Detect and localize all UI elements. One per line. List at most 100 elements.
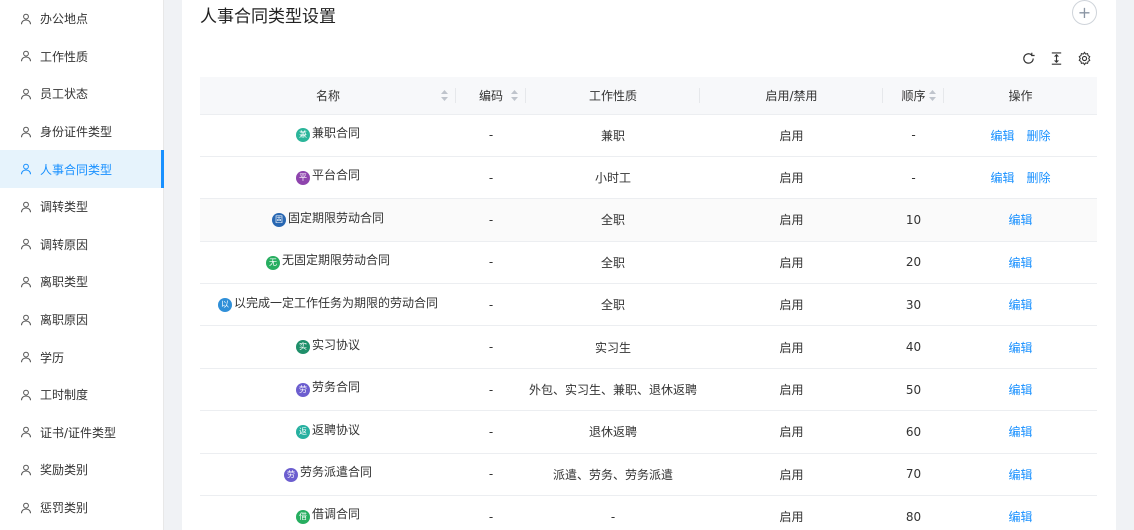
sidebar-item[interactable]: 工作性质 [0, 38, 163, 76]
edit-link[interactable]: 编辑 [1008, 510, 1032, 524]
edit-link[interactable]: 编辑 [990, 129, 1014, 143]
name-cell: 无无固定期限劳动合同 [200, 241, 456, 285]
sidebar-item[interactable]: 调转类型 [0, 188, 163, 226]
order-cell: - [883, 114, 944, 157]
sidebar-item[interactable]: 证书/证件类型 [0, 414, 163, 452]
sidebar-item-label: 人事合同类型 [40, 162, 113, 177]
refresh-icon[interactable] [1020, 50, 1036, 66]
status-cell: 启用 [700, 114, 883, 157]
sidebar-item-label: 惩罚类别 [40, 501, 89, 516]
column-header[interactable]: 编码 [456, 77, 526, 115]
code-cell: - [456, 453, 526, 497]
delete-link[interactable]: 删除 [1027, 129, 1051, 143]
sidebar-item-label: 证书/证件类型 [40, 425, 117, 440]
nature-cell: - [526, 495, 700, 530]
name-cell: 借借调合同 [200, 495, 456, 530]
order-cell: 70 [883, 453, 944, 497]
sidebar-item[interactable]: 学历 [0, 338, 163, 376]
name-cell: 劳劳务派遣合同 [200, 453, 456, 497]
sidebar-item-label: 办公地点 [40, 12, 89, 27]
column-header-label: 顺序 [901, 88, 926, 103]
name-badge: 劳 [295, 382, 310, 397]
contract-type-table: 名称 编码 工作性质 启用/禁用 顺序 操作 兼兼职合同 - 兼职 启用 - 编辑 删除平平台合同 - 小… [200, 77, 1097, 530]
main-panel: 人事合同类型设置 + 名称 编码 工作性质 启用/禁用 顺序 操作 兼兼职合同 - 兼职 启用 -… [182, 0, 1116, 530]
table-row: 无无固定期限劳动合同 - 全职 启用 20 编辑 [200, 241, 1097, 285]
sidebar-item[interactable]: 离职类型 [0, 263, 163, 301]
sidebar-item-label: 工作性质 [40, 49, 89, 64]
edit-link[interactable]: 编辑 [1008, 213, 1032, 227]
name-cell: 固固定期限劳动合同 [200, 198, 456, 242]
edit-link[interactable]: 编辑 [1008, 468, 1032, 482]
table-row: 平平台合同 - 小时工 启用 - 编辑 删除 [200, 156, 1097, 200]
table-row: 返返聘协议 - 退休返聘 启用 60 编辑 [200, 410, 1097, 454]
status-cell: 启用 [700, 453, 883, 497]
sidebar-item[interactable]: 办公地点 [0, 0, 163, 38]
nature-cell: 兼职 [526, 114, 700, 157]
sidebar-item-label: 奖励类别 [40, 463, 89, 478]
user-icon [20, 314, 32, 326]
gear-icon[interactable] [1076, 50, 1092, 66]
sort-icon[interactable] [441, 90, 448, 101]
order-cell: 40 [883, 325, 944, 369]
edit-link[interactable]: 编辑 [1008, 341, 1032, 355]
edit-link[interactable]: 编辑 [990, 171, 1014, 185]
column-header-label: 编码 [478, 88, 503, 103]
code-cell: - [456, 410, 526, 454]
actions-cell: 编辑 [944, 241, 1097, 285]
actions-cell: 编辑 [944, 495, 1097, 530]
edit-link[interactable]: 编辑 [1008, 298, 1032, 312]
sidebar-item-label: 身份证件类型 [40, 125, 113, 140]
edit-link[interactable]: 编辑 [1008, 425, 1032, 439]
status-cell: 启用 [700, 156, 883, 200]
column-header[interactable]: 名称 [200, 77, 456, 115]
status-cell: 启用 [700, 325, 883, 369]
sidebar-item[interactable]: 奖励类别 [0, 451, 163, 489]
table-row: 固固定期限劳动合同 - 全职 启用 10 编辑 [200, 198, 1097, 242]
delete-link[interactable]: 删除 [1027, 171, 1051, 185]
name-cell: 实实习协议 [200, 325, 456, 369]
sidebar-item[interactable]: 工时制度 [0, 376, 163, 414]
edit-link[interactable]: 编辑 [1008, 383, 1032, 397]
sidebar-item-label: 离职类型 [40, 275, 89, 290]
sidebar-item[interactable]: 惩罚类别 [0, 489, 163, 527]
sidebar-item[interactable]: 员工状态 [0, 75, 163, 113]
order-cell: 20 [883, 241, 944, 285]
user-icon [20, 201, 32, 213]
order-cell: 80 [883, 495, 944, 530]
table-header-row: 名称 编码 工作性质 启用/禁用 顺序 操作 [200, 77, 1097, 115]
column-height-icon[interactable] [1048, 50, 1064, 66]
edit-link[interactable]: 编辑 [1008, 256, 1032, 270]
add-button[interactable]: + [1072, 0, 1097, 25]
code-cell: - [456, 241, 526, 285]
column-header-label: 操作 [1008, 88, 1033, 103]
table-row: 实实习协议 - 实习生 启用 40 编辑 [200, 325, 1097, 369]
name-badge: 固 [271, 213, 286, 228]
user-icon [20, 276, 32, 288]
sidebar-item[interactable]: 调转原因 [0, 226, 163, 264]
sidebar-item[interactable]: 身份证件类型 [0, 113, 163, 151]
name-text: 借调合同 [311, 507, 360, 522]
table-toolbar [1020, 50, 1092, 66]
sort-icon[interactable] [511, 90, 518, 101]
code-cell: - [456, 198, 526, 242]
user-icon [20, 351, 32, 363]
actions-cell: 编辑 [944, 198, 1097, 242]
user-icon [20, 464, 32, 476]
nature-cell: 全职 [526, 198, 700, 242]
code-cell: - [456, 114, 526, 157]
order-cell: 50 [883, 368, 944, 412]
column-header[interactable]: 顺序 [883, 77, 944, 115]
name-text: 固定期限劳动合同 [287, 210, 384, 225]
name-cell: 返返聘协议 [200, 410, 456, 454]
column-header: 工作性质 [526, 77, 700, 115]
table-row: 劳劳务派遣合同 - 派遣、劳务、劳务派遣 启用 70 编辑 [200, 453, 1097, 497]
sidebar-item[interactable]: 离职原因 [0, 301, 163, 339]
sidebar-item[interactable]: 人事合同类型 [0, 150, 164, 188]
name-cell: 兼兼职合同 [200, 114, 456, 157]
actions-cell: 编辑 删除 [944, 114, 1097, 157]
user-icon [20, 502, 32, 514]
sort-icon[interactable] [929, 90, 936, 101]
page-title: 人事合同类型设置 [200, 7, 336, 27]
user-icon [20, 238, 32, 250]
user-icon [20, 50, 32, 62]
